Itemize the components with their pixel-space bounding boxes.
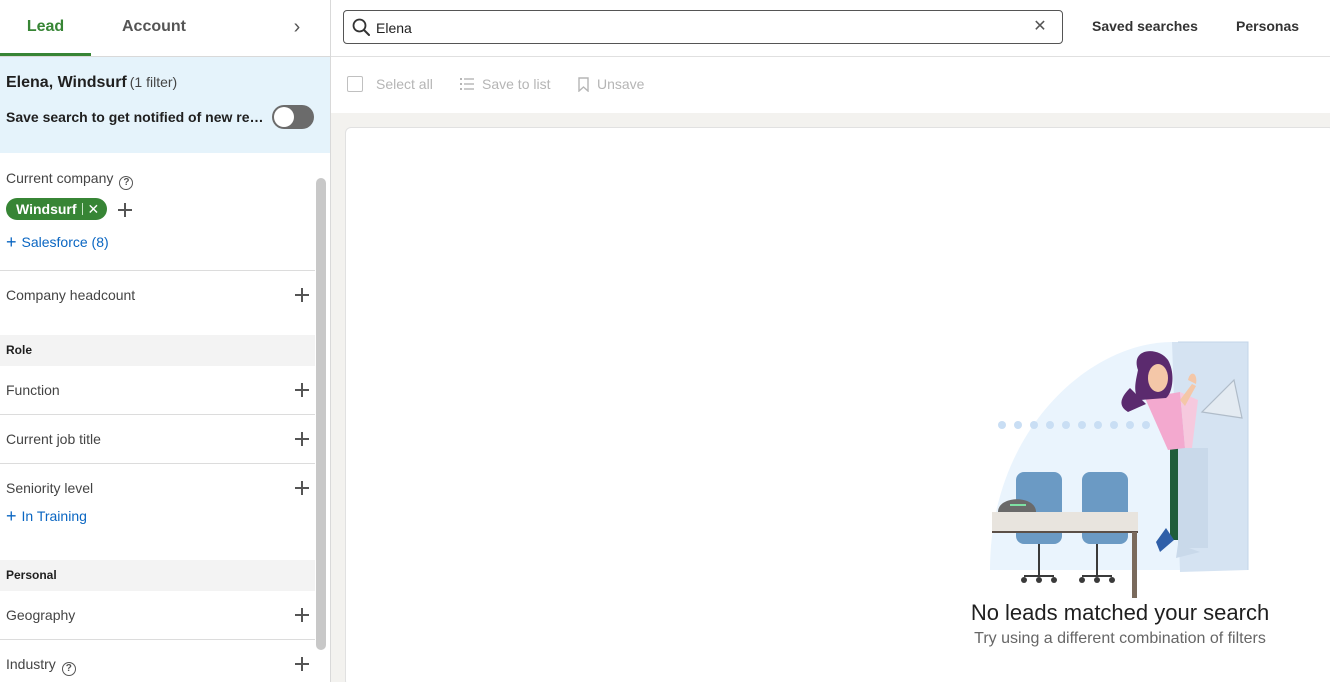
plus-icon: + (6, 232, 17, 252)
lead-account-tabs: Lead Account › (0, 0, 330, 57)
save-search-toggle[interactable] (272, 105, 314, 129)
sales-navigator-app: Lead Account › Elena, Windsurf (1 filter)… (0, 0, 1330, 682)
suggestion-salesforce-label: Salesforce (8) (21, 234, 109, 250)
industry-label: Industry? (6, 656, 76, 676)
close-icon[interactable]: ✕ (88, 198, 100, 220)
function-plus-icon[interactable] (291, 379, 313, 401)
suggestion-in-training[interactable]: + In Training (6, 506, 87, 526)
seniority-level-plus-icon[interactable] (291, 477, 313, 499)
select-all-checkbox[interactable] (347, 76, 363, 92)
select-all-control[interactable]: Select all (347, 76, 433, 92)
tab-account[interactable]: Account (100, 0, 208, 56)
suggestion-in-training-label: In Training (21, 508, 87, 524)
industry-plus-icon[interactable] (291, 653, 313, 675)
unsave-button[interactable]: Unsave (578, 76, 644, 92)
search-input[interactable] (376, 17, 1016, 39)
search-title: Elena, Windsurf (1 filter) (6, 74, 177, 92)
geography-plus-icon[interactable] (291, 604, 313, 626)
personal-section-header: Personal (0, 560, 315, 591)
saved-searches-button[interactable]: Saved searches (1092, 18, 1198, 34)
divider (0, 463, 315, 464)
plus-icon: + (6, 506, 17, 526)
sidebar-scrollbar[interactable] (316, 178, 326, 650)
divider (0, 639, 315, 640)
divider (0, 270, 315, 271)
help-icon[interactable]: ? (61, 662, 76, 676)
company-headcount-plus-icon[interactable] (291, 284, 313, 306)
function-label: Function (6, 382, 60, 398)
header-divider (331, 56, 1330, 57)
search-title-text: Elena, Windsurf (6, 74, 127, 91)
divider (0, 414, 315, 415)
add-company-plus-icon[interactable] (114, 199, 136, 221)
select-all-label: Select all (376, 76, 433, 92)
save-to-list-label: Save to list (482, 76, 551, 92)
geography-label: Geography (6, 607, 76, 623)
save-search-notice: Save search to get notified of new resul… (6, 109, 268, 125)
empty-state-title: No leads matched your search (970, 600, 1270, 625)
toggle-knob (274, 107, 294, 127)
company-chip-windsurf[interactable]: Windsurf ✕ (6, 198, 108, 220)
empty-state-subtitle: Try using a different combination of fil… (974, 630, 1266, 647)
current-company-label-text: Current company (6, 170, 114, 186)
clear-search-icon[interactable]: ✕ (1030, 17, 1050, 37)
company-headcount-label: Company headcount (6, 287, 136, 303)
current-job-title-label: Current job title (6, 431, 101, 447)
chip-label: Windsurf (16, 201, 77, 217)
suggestion-salesforce[interactable]: + Salesforce (8) (6, 232, 109, 252)
seniority-level-label: Seniority level (6, 480, 94, 496)
role-section-header: Role (0, 335, 315, 366)
unsave-label: Unsave (597, 76, 645, 92)
filter-count: (1 filter) (129, 74, 178, 90)
current-job-title-plus-icon[interactable] (291, 428, 313, 450)
filters-sidebar: Lead Account › Elena, Windsurf (1 filter)… (0, 0, 331, 682)
save-to-list-button[interactable]: Save to list (460, 76, 550, 92)
chip-separator (81, 203, 83, 215)
current-company-label: Current company? (6, 170, 134, 190)
list-icon (460, 78, 474, 90)
tab-lead[interactable]: Lead (0, 0, 91, 56)
personas-button[interactable]: Personas (1236, 18, 1299, 34)
industry-label-text: Industry (6, 656, 56, 672)
search-icon (352, 18, 370, 36)
chevron-right-icon[interactable]: › (284, 16, 310, 40)
help-icon[interactable]: ? (119, 176, 134, 190)
bookmark-icon (578, 76, 589, 92)
saved-search-banner: Elena, Windsurf (1 filter) Save search to… (0, 57, 330, 153)
empty-state-illustration (990, 341, 1249, 598)
search-bar: ✕ (343, 10, 1063, 44)
